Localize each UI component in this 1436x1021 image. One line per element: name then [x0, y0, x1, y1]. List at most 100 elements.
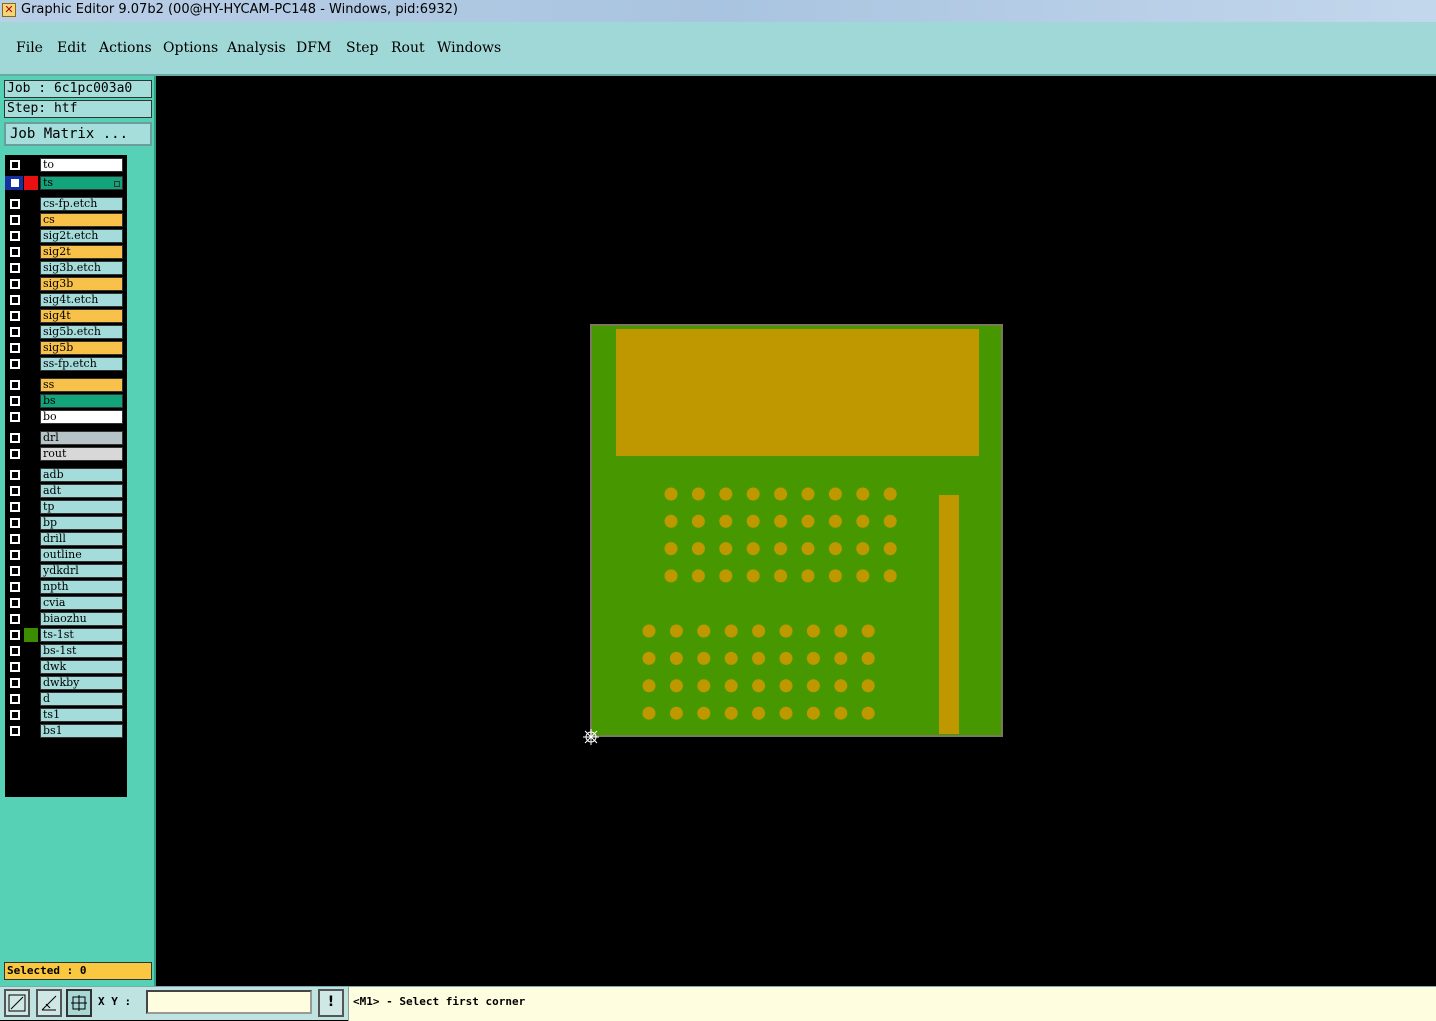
layer-checkbox[interactable] — [5, 245, 23, 259]
layer-color-indicator[interactable] — [24, 293, 38, 307]
layer-color-indicator[interactable] — [24, 692, 38, 706]
layer-checkbox[interactable] — [5, 724, 23, 738]
layer-color-indicator[interactable] — [24, 410, 38, 424]
layer-checkbox[interactable] — [5, 394, 23, 408]
layer-color-indicator[interactable] — [24, 261, 38, 275]
layer-checkbox[interactable] — [5, 708, 23, 722]
layer-color-indicator[interactable] — [24, 660, 38, 674]
layer-checkbox[interactable] — [5, 341, 23, 355]
layer-checkbox[interactable] — [5, 197, 23, 211]
layer-row-rout[interactable]: rout — [5, 447, 123, 461]
layer-name[interactable]: sig2t — [40, 245, 123, 259]
layer-row-ss[interactable]: ss — [5, 378, 123, 392]
layer-color-indicator[interactable] — [24, 158, 38, 172]
layer-checkbox[interactable] — [5, 660, 23, 674]
layer-color-indicator[interactable] — [24, 548, 38, 562]
layer-checkbox[interactable] — [5, 357, 23, 371]
layer-name[interactable]: ts-1st — [40, 628, 123, 642]
layer-checkbox[interactable] — [5, 500, 23, 514]
layer-name[interactable]: sig4t — [40, 309, 123, 323]
layer-row-sig5b[interactable]: sig5b — [5, 341, 123, 355]
layer-name[interactable]: adt — [40, 484, 123, 498]
layer-color-indicator[interactable] — [24, 229, 38, 243]
layer-checkbox[interactable] — [5, 484, 23, 498]
layer-row-sig5b.etch[interactable]: sig5b.etch — [5, 325, 123, 339]
layer-checkbox[interactable] — [5, 261, 23, 275]
menu-windows[interactable]: Windows — [437, 40, 501, 56]
layer-name[interactable]: ts1 — [40, 708, 123, 722]
layer-checkbox[interactable] — [5, 309, 23, 323]
layer-checkbox[interactable] — [5, 176, 23, 190]
layer-checkbox[interactable] — [5, 532, 23, 546]
layer-color-indicator[interactable] — [24, 197, 38, 211]
layer-checkbox[interactable] — [5, 612, 23, 626]
layer-row-cvia[interactable]: cvia — [5, 596, 123, 610]
measure-button[interactable] — [36, 989, 62, 1017]
menu-dfm[interactable]: DFM — [296, 40, 331, 56]
layer-name[interactable]: sig5b.etch — [40, 325, 123, 339]
layer-checkbox[interactable] — [5, 644, 23, 658]
layer-name[interactable]: adb — [40, 468, 123, 482]
menu-actions[interactable]: Actions — [99, 40, 152, 56]
layer-row-sig4t.etch[interactable]: sig4t.etch — [5, 293, 123, 307]
layer-row-adb[interactable]: adb — [5, 468, 123, 482]
layer-name[interactable]: cs — [40, 213, 123, 227]
layer-checkbox[interactable] — [5, 468, 23, 482]
layer-name[interactable]: bp — [40, 516, 123, 530]
layer-row-bp[interactable]: bp — [5, 516, 123, 530]
layer-color-indicator[interactable] — [24, 580, 38, 594]
layer-row-sig2t[interactable]: sig2t — [5, 245, 123, 259]
layer-name[interactable]: bs1 — [40, 724, 123, 738]
menu-rout[interactable]: Rout — [391, 40, 425, 56]
layer-color-indicator[interactable] — [24, 277, 38, 291]
layer-row-sig3b[interactable]: sig3b — [5, 277, 123, 291]
layer-name[interactable]: cs-fp.etch — [40, 197, 123, 211]
layer-checkbox[interactable] — [5, 325, 23, 339]
layer-row-bs1[interactable]: bs1 — [5, 724, 123, 738]
layer-checkbox[interactable] — [5, 692, 23, 706]
layer-name[interactable]: sig2t.etch — [40, 229, 123, 243]
layer-row-sig3b.etch[interactable]: sig3b.etch — [5, 261, 123, 275]
layer-name[interactable]: drl — [40, 431, 123, 445]
layer-color-indicator[interactable] — [24, 394, 38, 408]
layer-color-indicator[interactable] — [24, 708, 38, 722]
alert-button[interactable]: ! — [318, 989, 344, 1017]
layer-row-cs[interactable]: cs — [5, 213, 123, 227]
layer-color-indicator[interactable] — [24, 468, 38, 482]
layer-name[interactable]: sig5b — [40, 341, 123, 355]
layer-name[interactable]: ss — [40, 378, 123, 392]
layer-color-indicator[interactable] — [24, 644, 38, 658]
layer-color-indicator[interactable] — [24, 596, 38, 610]
layer-row-sig2t.etch[interactable]: sig2t.etch — [5, 229, 123, 243]
layer-row-ts1[interactable]: ts1 — [5, 708, 123, 722]
layer-row-adt[interactable]: adt — [5, 484, 123, 498]
layer-row-ydkdrl[interactable]: ydkdrl — [5, 564, 123, 578]
layer-color-indicator[interactable] — [24, 245, 38, 259]
layer-name[interactable]: bs — [40, 394, 123, 408]
layer-name[interactable]: rout — [40, 447, 123, 461]
layer-color-indicator[interactable] — [24, 325, 38, 339]
layer-checkbox[interactable] — [5, 548, 23, 562]
layer-color-indicator[interactable] — [24, 341, 38, 355]
layer-checkbox[interactable] — [5, 378, 23, 392]
layer-color-indicator[interactable] — [24, 431, 38, 445]
layer-color-indicator[interactable] — [24, 213, 38, 227]
layer-row-bs[interactable]: bs — [5, 394, 123, 408]
job-matrix-button[interactable]: Job Matrix ... — [4, 122, 152, 146]
layer-name[interactable]: ts — [40, 176, 123, 190]
layer-name[interactable]: ydkdrl — [40, 564, 123, 578]
layer-row-biaozhu[interactable]: biaozhu — [5, 612, 123, 626]
layer-color-indicator[interactable] — [24, 447, 38, 461]
layer-checkbox[interactable] — [5, 158, 23, 172]
layer-row-outline[interactable]: outline — [5, 548, 123, 562]
layer-name[interactable]: biaozhu — [40, 612, 123, 626]
layer-color-indicator[interactable] — [24, 724, 38, 738]
xy-input[interactable] — [146, 990, 312, 1014]
layer-checkbox[interactable] — [5, 516, 23, 530]
layer-row-dwkby[interactable]: dwkby — [5, 676, 123, 690]
layer-name[interactable]: bs-1st — [40, 644, 123, 658]
layer-name[interactable]: to — [40, 158, 123, 172]
layer-name[interactable]: bo — [40, 410, 123, 424]
snap-grid-button[interactable] — [66, 989, 92, 1017]
layer-checkbox[interactable] — [5, 676, 23, 690]
